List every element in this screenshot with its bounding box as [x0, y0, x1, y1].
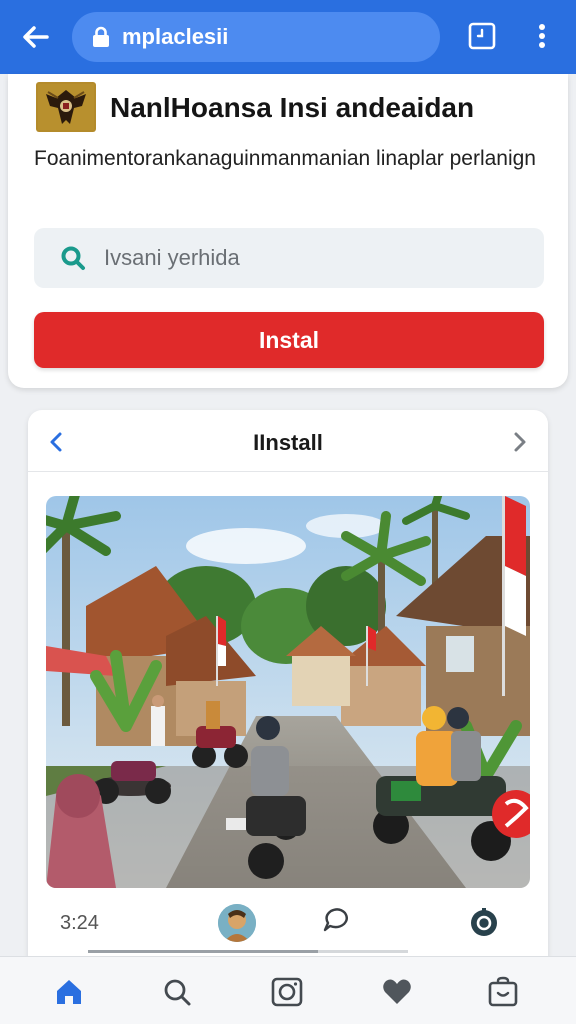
nav-camera[interactable]	[270, 975, 304, 1009]
progress-bar	[88, 950, 408, 953]
comment-button[interactable]	[320, 906, 350, 936]
browser-toolbar: mplaclesii	[0, 0, 576, 74]
more-menu-button[interactable]	[528, 20, 556, 52]
address-bar[interactable]: mplaclesii	[72, 12, 440, 62]
comment-icon	[323, 908, 348, 932]
camera-icon	[271, 977, 303, 1007]
media-card-title: IInstall	[253, 430, 323, 455]
bottom-navigation	[0, 956, 576, 1024]
nav-home[interactable]	[52, 975, 86, 1009]
app-info-card: NanlHoansa Insi andeaidan Foanimentorank…	[8, 74, 568, 388]
media-card-header: IInstall	[28, 410, 548, 472]
tabs-button[interactable]	[466, 20, 498, 52]
search-input[interactable]	[104, 245, 504, 271]
timestamp: 3:24	[60, 912, 99, 934]
search-icon	[164, 979, 191, 1006]
nav-shop[interactable]	[486, 975, 520, 1009]
search-icon	[61, 246, 85, 270]
app-description: Foanimentorankanaguinmanmanian linaplar …	[34, 147, 536, 170]
url-text: mplaclesii	[122, 24, 229, 49]
home-icon	[57, 980, 81, 1004]
garuda-emblem-logo	[36, 82, 96, 132]
media-card: IInstall 3:24	[28, 410, 548, 970]
tabs-icon	[468, 22, 496, 50]
bag-icon	[488, 976, 518, 1007]
more-vertical-icon	[539, 24, 545, 48]
heart-icon	[383, 979, 411, 1004]
nav-search[interactable]	[160, 975, 194, 1009]
back-button[interactable]	[18, 19, 54, 55]
village-street-photo[interactable]	[46, 496, 530, 888]
next-button[interactable]	[506, 428, 534, 456]
lock-icon	[93, 26, 109, 47]
timer-button[interactable]	[468, 906, 500, 938]
back-arrow-icon	[23, 26, 49, 48]
progress-fill	[88, 950, 319, 953]
timer-icon	[471, 908, 497, 936]
chevron-right-icon	[514, 432, 526, 452]
search-field[interactable]	[34, 228, 544, 288]
app-title: NanlHoansa Insi andeaidan	[110, 92, 475, 123]
nav-favorites[interactable]	[380, 975, 414, 1009]
install-button[interactable]: Instal	[34, 312, 544, 368]
avatar[interactable]	[218, 904, 256, 942]
